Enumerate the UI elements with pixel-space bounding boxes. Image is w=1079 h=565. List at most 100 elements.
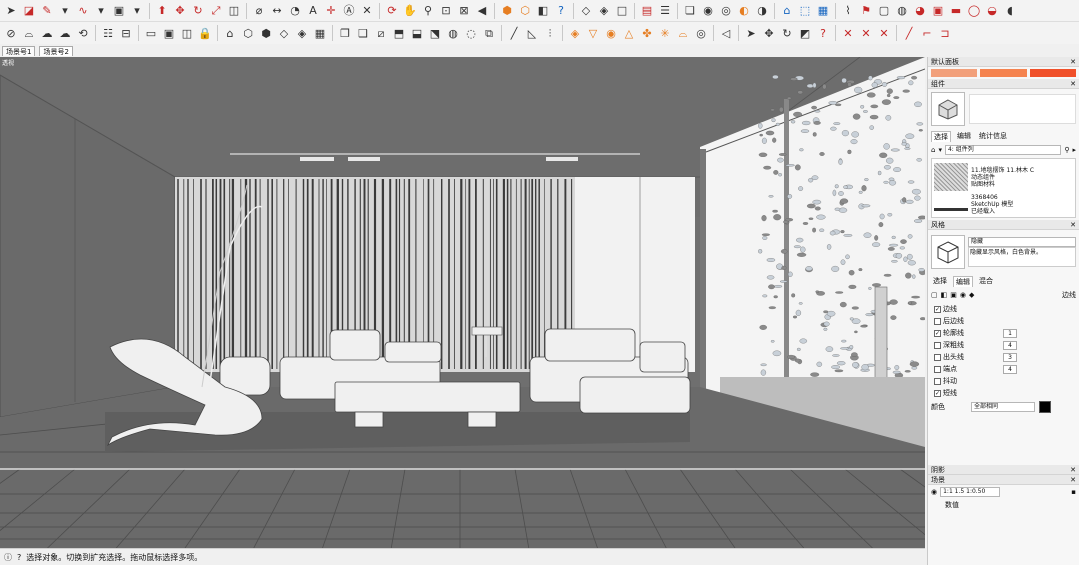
vray-ies-icon[interactable]: ◖ bbox=[1002, 3, 1018, 19]
3d-text-icon[interactable]: Ⓐ bbox=[341, 3, 357, 19]
edge-option-value[interactable]: 4 bbox=[1003, 364, 1017, 374]
tab-edit[interactable]: 编辑 bbox=[953, 276, 973, 287]
face-settings-icon[interactable]: ◧ bbox=[941, 291, 948, 299]
pencil-icon[interactable]: ✎ bbox=[39, 3, 55, 19]
edge-option[interactable]: 深粗线 4 bbox=[928, 339, 1079, 351]
scene-header[interactable]: 场景 ✕ bbox=[928, 475, 1079, 485]
swatch[interactable] bbox=[931, 69, 978, 77]
checkbox[interactable]: ✓ bbox=[934, 305, 941, 313]
close-icon[interactable]: ✕ bbox=[1070, 221, 1076, 229]
vray-dome-icon[interactable]: ⌓ bbox=[675, 25, 691, 41]
chevron-down-icon[interactable]: ▾ bbox=[129, 3, 145, 19]
move-icon[interactable]: ✥ bbox=[172, 3, 188, 19]
orbit-icon[interactable]: ⟳ bbox=[384, 3, 400, 19]
make-component-icon[interactable]: ⊘ bbox=[3, 25, 19, 41]
vray-light-gen-icon[interactable]: △ bbox=[621, 25, 637, 41]
position-camera-icon[interactable]: ◌ bbox=[463, 25, 479, 41]
select-tool-icon[interactable]: ➤ bbox=[3, 3, 19, 19]
eraser-icon[interactable]: ◪ bbox=[21, 3, 37, 19]
close-icon[interactable]: ✕ bbox=[1070, 466, 1076, 474]
walk-icon[interactable]: ⬔ bbox=[427, 25, 443, 41]
vray-light-icon[interactable]: ▬ bbox=[948, 3, 964, 19]
fov-icon[interactable]: ⬓ bbox=[409, 25, 425, 41]
close-icon[interactable]: ✕ bbox=[1070, 476, 1076, 484]
edge-color-swatch[interactable] bbox=[1039, 401, 1051, 413]
vray-dome-icon[interactable]: ◒ bbox=[984, 3, 1000, 19]
zoom-window-icon[interactable]: ⊡ bbox=[438, 3, 454, 19]
list-item[interactable]: 3368406 SketchUp 模型 已经载入 bbox=[934, 193, 1073, 215]
photo-match-icon[interactable]: ▢ bbox=[876, 3, 892, 19]
tab-select[interactable]: 选择 bbox=[931, 131, 951, 142]
vray-mesh-icon[interactable]: ◁ bbox=[718, 25, 734, 41]
components-header[interactable]: 组件 ✕ bbox=[928, 79, 1079, 89]
back-edges-icon[interactable]: ◈ bbox=[596, 3, 612, 19]
paint-bucket-icon[interactable]: ▣ bbox=[111, 3, 127, 19]
checkbox[interactable] bbox=[934, 341, 941, 349]
edge-option[interactable]: 端点 4 bbox=[928, 363, 1079, 375]
3d-viewport[interactable] bbox=[0, 57, 925, 548]
front-view-icon[interactable]: ◧ bbox=[535, 3, 551, 19]
rotate-gizmo-icon[interactable]: ↻ bbox=[779, 25, 795, 41]
style-desc[interactable]: 隐藏显示风格，白色背景。 bbox=[968, 247, 1076, 267]
vray-icon[interactable]: ◕ bbox=[912, 3, 928, 19]
dimension-icon[interactable]: ↔ bbox=[269, 3, 285, 19]
text-icon[interactable]: A bbox=[305, 3, 321, 19]
close-icon[interactable]: ✕ bbox=[1070, 58, 1076, 66]
materials-icon[interactable]: ◉ bbox=[700, 3, 716, 19]
pie-icon[interactable]: ◈ bbox=[294, 25, 310, 41]
checkbox[interactable] bbox=[934, 377, 941, 385]
vray-interactive-icon[interactable]: ◉ bbox=[603, 25, 619, 41]
line-b-icon[interactable]: ⌐ bbox=[919, 25, 935, 41]
scene-field[interactable]: 1:1 1.5 1:0.50 bbox=[940, 487, 1001, 497]
vray-sun-icon[interactable]: ◯ bbox=[966, 3, 982, 19]
edge-option[interactable]: ✓ 边线 bbox=[928, 303, 1079, 315]
tab-select[interactable]: 选择 bbox=[931, 276, 949, 287]
help-icon[interactable]: ? bbox=[553, 3, 569, 19]
vray-frame-icon[interactable]: ▣ bbox=[930, 3, 946, 19]
checkbox[interactable] bbox=[934, 317, 941, 325]
texture-icon[interactable]: ☷ bbox=[100, 25, 116, 41]
checkbox[interactable]: ✓ bbox=[934, 389, 941, 397]
scale-gizmo-icon[interactable]: ◩ bbox=[797, 25, 813, 41]
offset-icon[interactable]: ◫ bbox=[226, 3, 242, 19]
edge-option-value[interactable]: 3 bbox=[1003, 352, 1017, 362]
watermark-settings-icon[interactable]: ◉ bbox=[960, 291, 966, 299]
top-view-icon[interactable]: ⬡ bbox=[517, 3, 533, 19]
swatch[interactable] bbox=[1029, 69, 1076, 77]
color-mode-select[interactable]: 全部相同 bbox=[971, 402, 1035, 412]
cursor-icon[interactable]: ➤ bbox=[743, 25, 759, 41]
follow-me-icon[interactable]: ⌓ bbox=[21, 25, 37, 41]
zoom-icon[interactable]: ⚲ bbox=[420, 3, 436, 19]
tab-mix[interactable]: 混合 bbox=[977, 276, 995, 287]
rotate-icon[interactable]: ↻ bbox=[190, 3, 206, 19]
previous-view-icon[interactable]: ◀ bbox=[474, 3, 490, 19]
info-icon[interactable]: ⧉ bbox=[481, 25, 497, 41]
location-icon[interactable]: ⚑ bbox=[858, 3, 874, 19]
wrap-icon[interactable]: ⧄ bbox=[373, 25, 389, 41]
scene-tab[interactable]: 场景号2 bbox=[39, 46, 73, 56]
box-icon[interactable]: ▦ bbox=[312, 25, 328, 41]
flip-icon[interactable]: ⊟ bbox=[118, 25, 134, 41]
lines-icon[interactable]: ◫ bbox=[179, 25, 195, 41]
vray-sphere-icon[interactable]: ✤ bbox=[639, 25, 655, 41]
edge-settings-icon[interactable]: ▢ bbox=[931, 291, 938, 299]
move-gizmo-icon[interactable]: ✥ bbox=[761, 25, 777, 41]
background-settings-icon[interactable]: ▣ bbox=[950, 291, 957, 299]
styles-header[interactable]: 风格 ✕ bbox=[928, 220, 1079, 230]
outliner-icon[interactable]: ☰ bbox=[657, 3, 673, 19]
cloud-icon[interactable]: ☁ bbox=[39, 25, 55, 41]
edge-option-value[interactable]: 1 bbox=[1003, 328, 1017, 338]
section-plane-icon[interactable]: ✕ bbox=[359, 3, 375, 19]
drape-icon[interactable]: ▭ bbox=[143, 25, 159, 41]
swatch[interactable] bbox=[980, 69, 1027, 77]
style-name-field[interactable]: 隐藏 bbox=[968, 237, 1076, 247]
scene-next-icon[interactable]: ❑ bbox=[355, 25, 371, 41]
cross-2-icon[interactable]: ✕ bbox=[858, 25, 874, 41]
tape-measure-icon[interactable]: ⌀ bbox=[251, 3, 267, 19]
stamp-icon[interactable]: ☁ bbox=[57, 25, 73, 41]
chevron-down-icon[interactable]: ▾ bbox=[57, 3, 73, 19]
freehand-icon[interactable]: ∿ bbox=[75, 3, 91, 19]
edge-option[interactable]: 出头线 3 bbox=[928, 351, 1079, 363]
polygon-icon[interactable]: ⬢ bbox=[258, 25, 274, 41]
styles-icon[interactable]: ◎ bbox=[718, 3, 734, 19]
